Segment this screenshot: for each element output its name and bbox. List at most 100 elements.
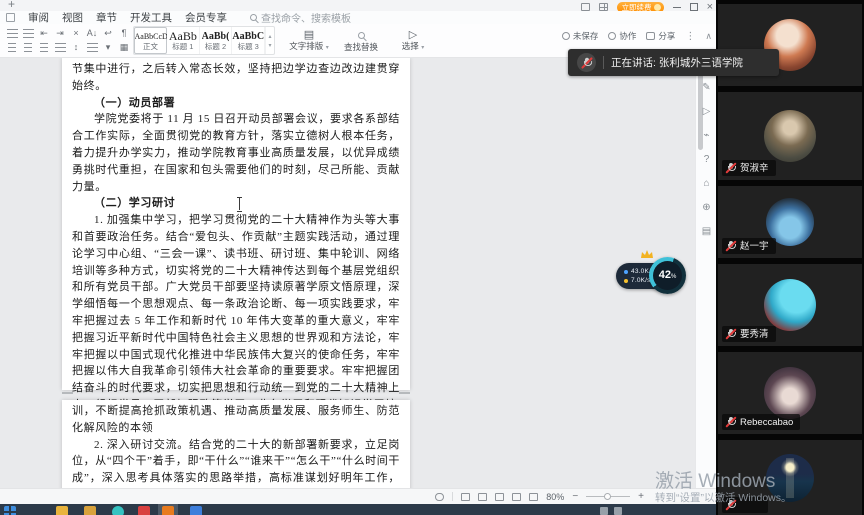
document-page-2[interactable]: 训，不断提高抢抓政策机遇、推动高质量发展、服务师生、防范化解风险的本领 2. 深… <box>62 400 410 488</box>
style-heading2[interactable]: AaBb( 标题 2 <box>200 27 233 54</box>
align-left-icon[interactable] <box>4 41 20 54</box>
search-placeholder: 查找命令、搜索模板 <box>261 10 351 25</box>
crown-icon <box>640 249 654 259</box>
align-center-icon[interactable] <box>20 41 36 54</box>
menu-tab-view[interactable]: 视图 <box>62 10 83 25</box>
workspace-icon[interactable] <box>599 3 608 11</box>
tray-icon[interactable] <box>614 507 622 515</box>
paragraph: 训，不断提高抢抓政策机遇、推动高质量发展、服务师生、防范化解风险的本领 <box>72 403 400 437</box>
edit-pen-icon[interactable]: ✎ <box>702 82 710 93</box>
text-layout-button[interactable]: ▤ 文字排版 ▾ <box>286 26 332 55</box>
file-menu-icon[interactable] <box>6 13 15 22</box>
increase-indent-icon[interactable]: ⇥ <box>52 27 68 40</box>
mic-muted-icon <box>726 240 736 252</box>
avatar <box>764 367 816 419</box>
tray-icon[interactable] <box>600 507 608 515</box>
zoom-slider-knob[interactable] <box>604 493 611 500</box>
outline-view-icon[interactable] <box>461 493 470 501</box>
taskbar-active-app-icon[interactable] <box>162 506 174 515</box>
taskbar-app-icon[interactable] <box>84 506 96 515</box>
borders-icon[interactable]: ▦ <box>116 41 132 54</box>
zoom-level[interactable]: 80% <box>546 492 564 502</box>
service-icon[interactable]: ⌂ <box>703 178 709 189</box>
edit-mode-icon[interactable] <box>512 493 521 501</box>
chevron-down-icon: ▾ <box>421 45 424 51</box>
participant-tile[interactable]: 要秀清 <box>718 264 862 346</box>
right-side-panel: ✎ ▷ ⌁ ? ⌂ ⊕ ▤ <box>695 58 716 488</box>
participant-tile[interactable] <box>718 440 862 515</box>
justify-icon[interactable] <box>52 41 68 54</box>
read-mode-icon[interactable]: ▤ <box>702 226 711 237</box>
highlight-icon[interactable]: ▾ <box>100 41 116 54</box>
select-cursor-icon: ▷ <box>409 29 417 41</box>
help-icon[interactable]: ? <box>704 154 710 165</box>
select-pointer-icon[interactable]: ▷ <box>703 106 711 117</box>
participant-tile[interactable]: 赵一宇 <box>718 186 862 258</box>
divider <box>452 492 453 501</box>
style-heading3[interactable]: AaBbC 标题 3 <box>232 27 265 54</box>
settings-icon[interactable]: ⊕ <box>702 202 710 213</box>
bullet-list-icon[interactable] <box>4 27 20 40</box>
sort-icon[interactable]: A↓ <box>84 27 100 40</box>
mic-muted-icon <box>726 499 736 511</box>
more-options-icon[interactable]: ⋮ <box>685 31 695 42</box>
wrap-icon[interactable]: ↩ <box>100 27 116 40</box>
participant-tile[interactable]: 贺淑辛 <box>718 92 862 180</box>
zoom-slider[interactable] <box>586 496 630 497</box>
participant-name-tag: 要秀清 <box>722 326 776 342</box>
participant-name-tag: 贺淑辛 <box>722 160 776 176</box>
maximize-button[interactable] <box>690 3 698 11</box>
command-search[interactable]: 查找命令、搜索模板 <box>250 10 351 25</box>
minimize-button[interactable] <box>673 7 681 8</box>
download-dot-icon <box>624 279 628 283</box>
web-view-icon[interactable] <box>495 493 504 501</box>
share-button[interactable]: 分享 <box>646 30 675 42</box>
menu-bar: 审阅 视图 章节 开发工具 会员专享 查找命令、搜索模板 <box>0 11 716 24</box>
select-button[interactable]: ▷ 选择 ▾ <box>390 26 436 55</box>
zoom-out-button[interactable]: − <box>572 492 578 502</box>
line-spacing-icon[interactable]: ↕ <box>68 41 84 54</box>
fit-page-icon[interactable] <box>529 493 538 501</box>
page-break-mark <box>62 392 73 394</box>
clear-format-icon[interactable]: × <box>68 27 84 40</box>
collaborate-button[interactable]: 协作 <box>608 30 636 42</box>
save-status-button[interactable]: 未保存 <box>562 30 599 42</box>
mic-muted-icon <box>726 162 736 174</box>
participant-name: 贺淑辛 <box>740 163 769 174</box>
show-marks-icon[interactable]: ¶ <box>116 27 132 40</box>
taskbar-app-icon[interactable] <box>190 506 202 515</box>
zoom-in-button[interactable]: + <box>638 492 644 502</box>
skin-icon[interactable] <box>581 3 590 11</box>
menu-tab-member[interactable]: 会员专享 <box>185 10 227 25</box>
eye-protection-icon[interactable] <box>435 493 444 501</box>
style-heading1-label: 标题 1 <box>172 42 193 51</box>
participant-tile[interactable]: Rebeccabao <box>718 352 862 434</box>
mic-muted-icon <box>726 328 736 340</box>
find-replace-button[interactable]: 查找替换 <box>338 26 384 55</box>
number-list-icon[interactable] <box>20 27 36 40</box>
menu-tab-review[interactable]: 审阅 <box>28 10 49 25</box>
link-icon[interactable]: ⌁ <box>703 130 709 141</box>
net-speed-widget[interactable]: 43.0K/s 7.0K/s 42 % <box>616 252 686 296</box>
document-area[interactable]: 节集中进行，之后转入常态长效，坚持把边学边查边改边建贯穿始终。 （一）动员部署 … <box>0 58 695 488</box>
menu-tab-section[interactable]: 章节 <box>96 10 117 25</box>
taskbar-file-explorer-icon[interactable] <box>56 506 68 515</box>
section-heading: （一）动员部署 <box>72 95 400 112</box>
taskbar-app-icon[interactable] <box>138 506 150 515</box>
style-gallery-scroll[interactable]: ▴▾ <box>265 27 274 54</box>
align-right-icon[interactable] <box>36 41 52 54</box>
document-page-1[interactable]: 节集中进行，之后转入常态长效，坚持把边学边查边改边建贯穿始终。 （一）动员部署 … <box>62 58 410 390</box>
start-button[interactable] <box>4 506 16 515</box>
collapse-ribbon-icon[interactable]: ∧ <box>705 31 712 42</box>
page-view-icon[interactable] <box>478 493 487 501</box>
text-cursor <box>236 197 243 210</box>
ribbon-right-group: 未保存 协作 分享 ⋮ ∧ <box>562 30 712 42</box>
style-normal[interactable]: AaBbCcDd 正文 <box>134 27 167 54</box>
style-heading1[interactable]: AaBb 标题 1 <box>167 27 200 54</box>
decrease-indent-icon[interactable]: ⇤ <box>36 27 52 40</box>
new-tab-button[interactable]: + <box>8 0 15 10</box>
columns-icon[interactable] <box>84 41 100 54</box>
taskbar-app-icon[interactable] <box>112 506 124 515</box>
menu-tab-devtools[interactable]: 开发工具 <box>130 10 172 25</box>
avatar <box>766 454 814 502</box>
